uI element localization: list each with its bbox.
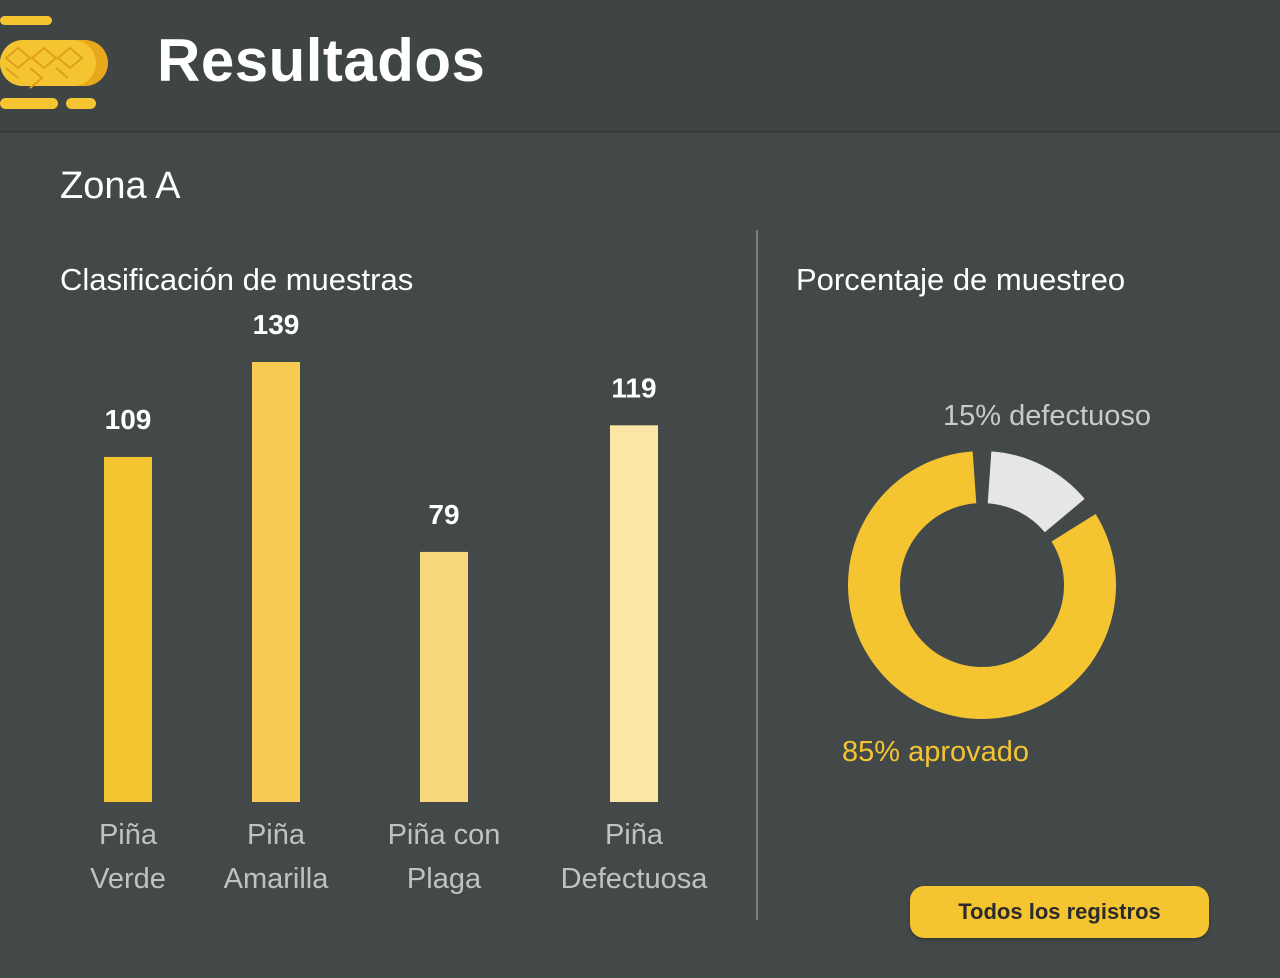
bar-value-label-3: 119 [611, 372, 656, 403]
bar-category-label-0-1: Verde [90, 863, 166, 895]
bar-category-label-0-0: Piña [99, 819, 158, 851]
approved-percentage-label: 85% aprovado [842, 736, 1030, 768]
bar-category-label-1-1: Amarilla [224, 863, 330, 895]
bar-category-label-2-1: Plaga [407, 863, 482, 895]
bar-category-label-2-0: Piña con [388, 819, 501, 851]
bar-1 [252, 362, 300, 802]
bar-category-label-3-1: Defectuosa [561, 863, 709, 895]
all-records-button[interactable]: Todos los registros [910, 886, 1209, 938]
bar-category-label-1-0: Piña [247, 819, 306, 851]
bar-value-label-0: 109 [105, 404, 152, 435]
classification-bar-chart: 109 Piña Verde 139 Piña Amarilla 79 Piña con Pla… [90, 309, 1116, 895]
defective-percentage-label: 15% defectuoso [943, 400, 1151, 432]
bar-3 [610, 425, 658, 802]
donut-slice-defectuoso [987, 451, 1085, 533]
bar-category-label-3-0: Piña [605, 819, 664, 851]
bar-value-label-2: 79 [428, 499, 459, 530]
bar-value-label-1: 139 [253, 309, 300, 340]
bar-2 [420, 551, 468, 802]
bar-0 [104, 456, 152, 802]
